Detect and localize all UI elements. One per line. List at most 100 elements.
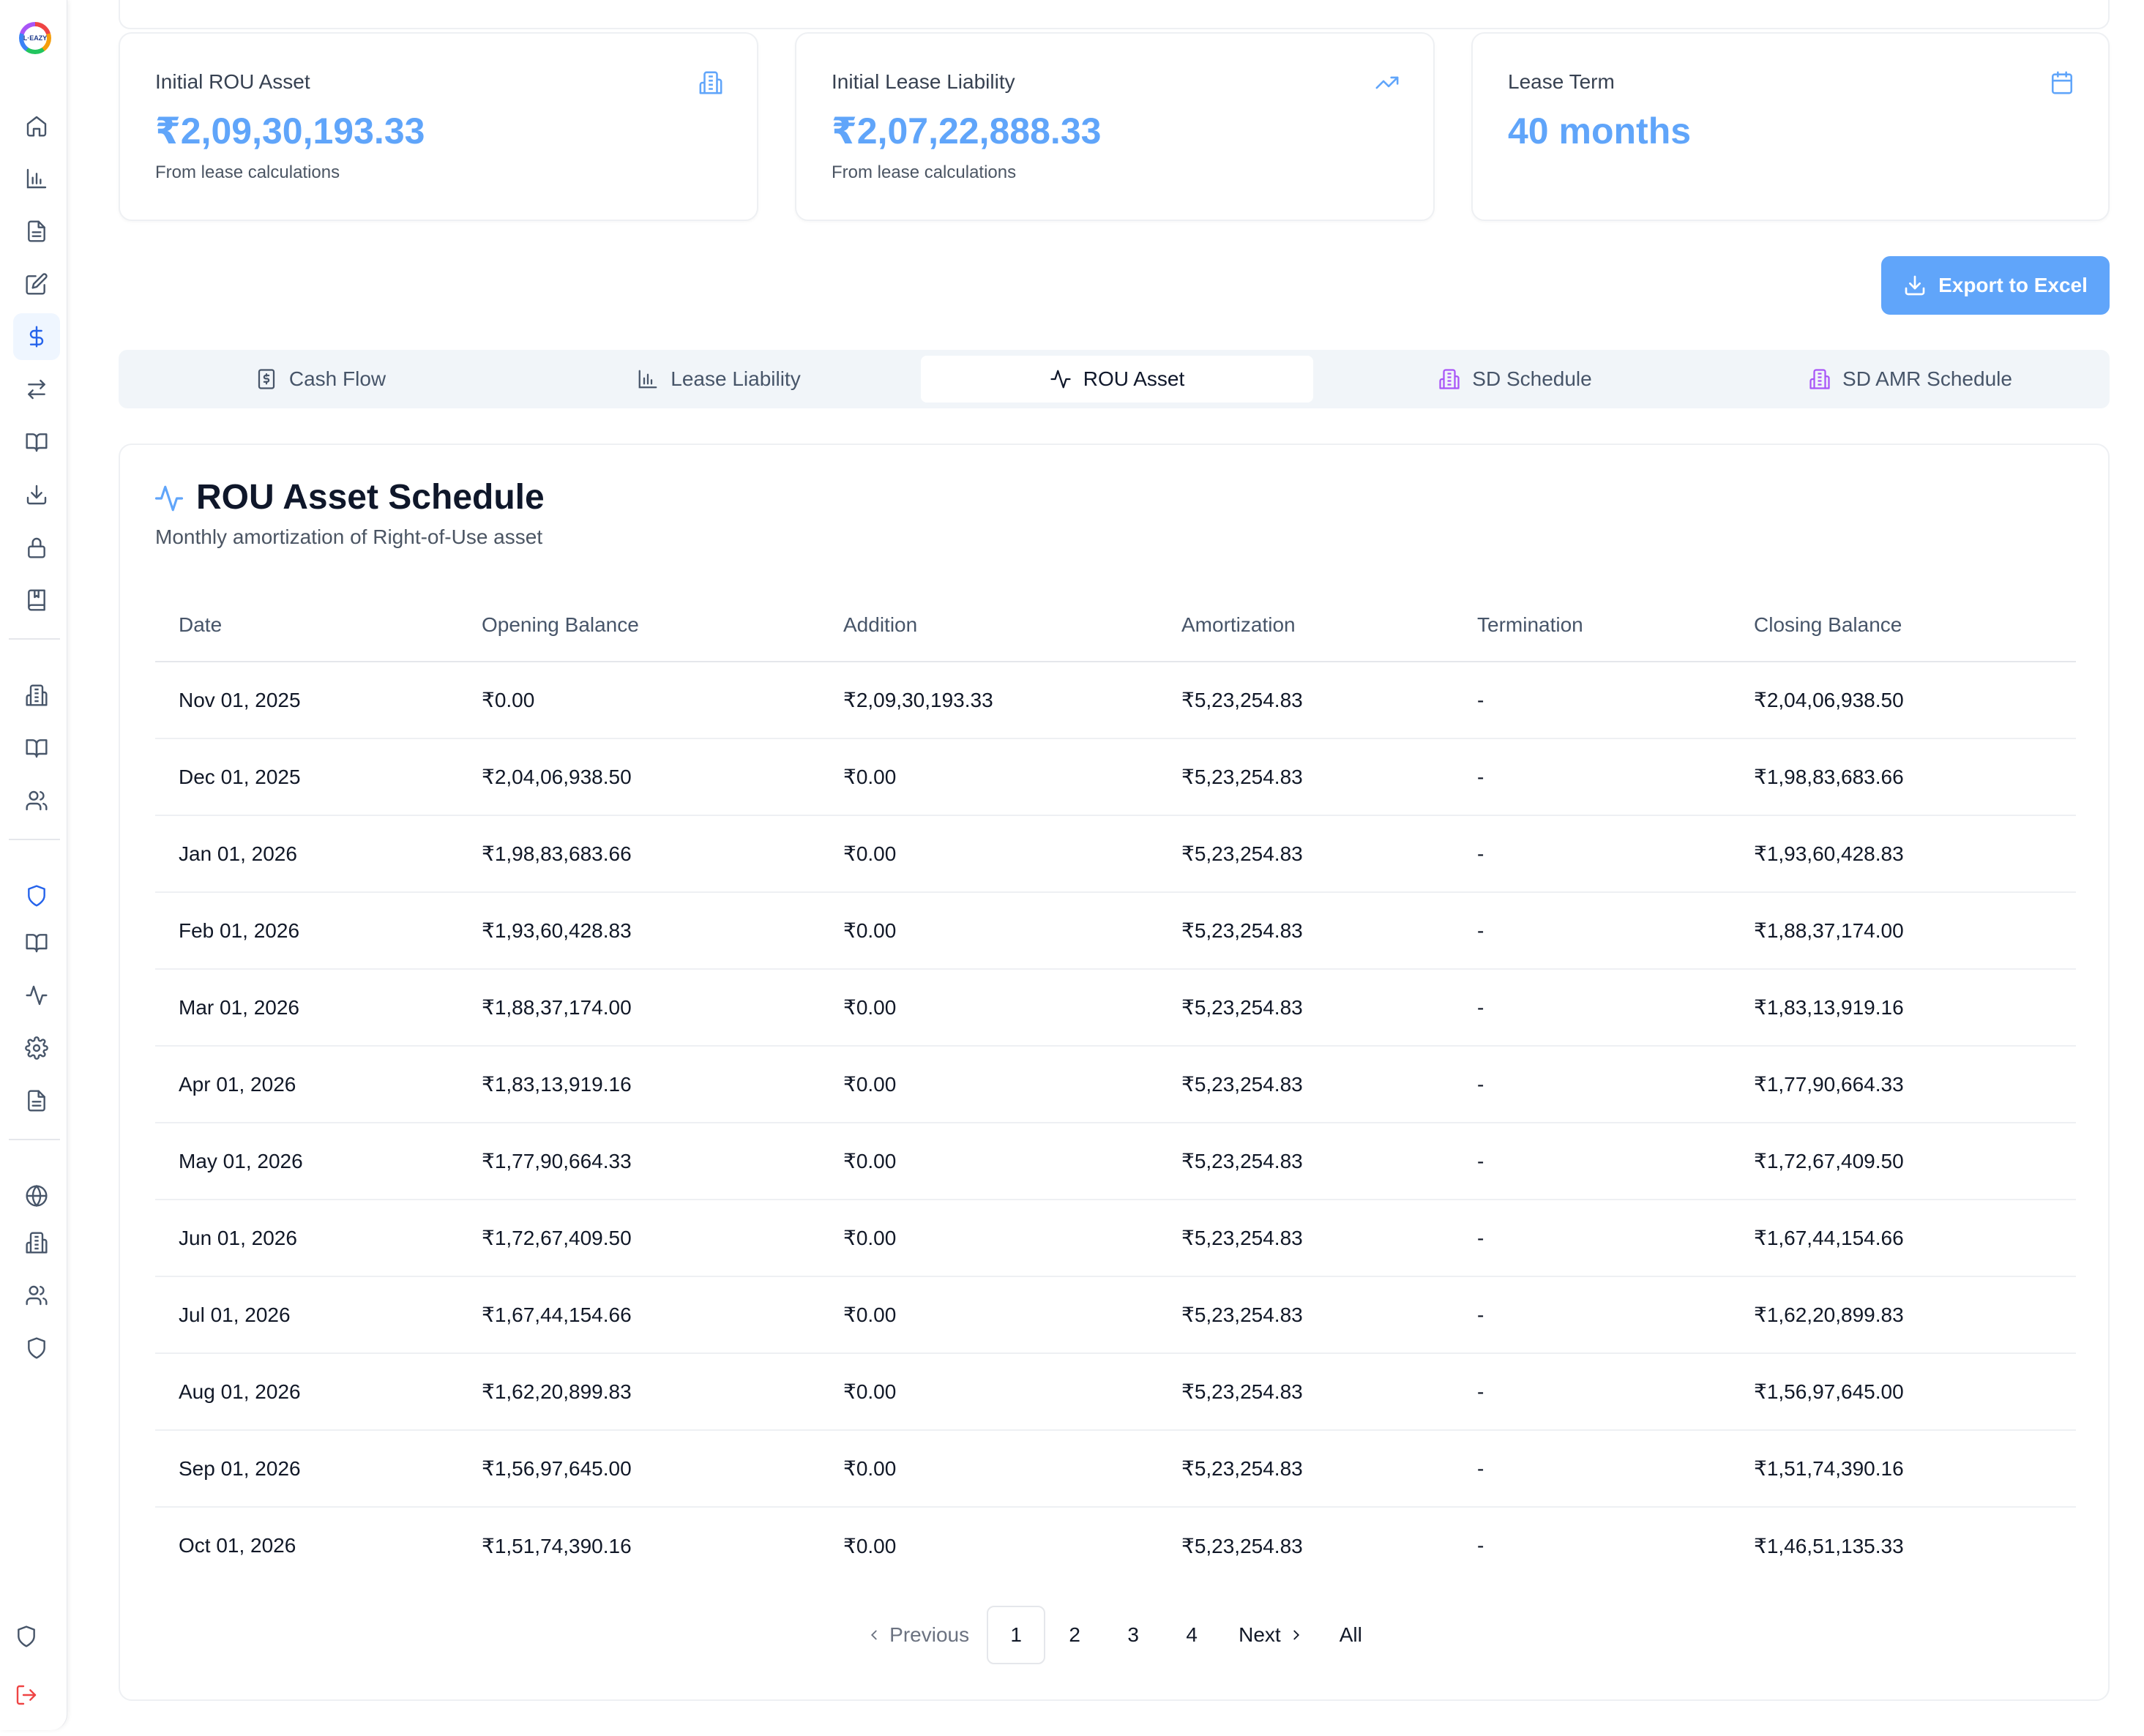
opening-balance-cell: ₹1,88,37,174.00: [458, 969, 820, 1047]
app-logo[interactable]: L·EAZY: [19, 22, 51, 54]
sidebar: L·EAZY: [0, 0, 67, 1730]
previous-page-button[interactable]: Previous: [848, 1606, 987, 1664]
download-icon[interactable]: [13, 471, 60, 518]
shield-icon[interactable]: [13, 1325, 60, 1372]
next-page-button[interactable]: Next: [1221, 1606, 1322, 1664]
amortization-cell: ₹5,23,254.83: [1181, 1534, 1303, 1557]
stat-value: 40 months: [1508, 111, 1692, 151]
tab-label: SD AMR Schedule: [1842, 367, 2012, 390]
opening-balance-cell: ₹1,83,13,919.16: [458, 1046, 820, 1123]
tab-label: Cash Flow: [288, 367, 386, 390]
amortization-cell: ₹5,23,254.83: [1158, 738, 1454, 816]
addition-cell: ₹0.00: [820, 1353, 1158, 1431]
date-cell: Oct 01, 2026: [179, 1534, 296, 1557]
closing-balance-cell: ₹1,98,83,683.66: [1730, 738, 2076, 816]
opening-balance-cell: ₹1,93,60,428.83: [458, 892, 820, 970]
table-row: Mar 01, 2026 ₹1,88,37,174.00 ₹0.00 ₹5,23,25…: [155, 969, 2076, 1047]
date-cell: Sep 01, 2026: [155, 1430, 458, 1508]
show-all-button[interactable]: All: [1322, 1606, 1380, 1664]
file-text-icon[interactable]: [13, 1077, 60, 1124]
shield-icon[interactable]: [3, 1613, 50, 1660]
bar-chart-icon[interactable]: [13, 155, 60, 202]
amortization-cell: ₹5,23,254.83: [1158, 892, 1454, 970]
column-header: Opening Balance: [458, 588, 820, 662]
schedule-table: Date Opening Balance Addition Amortizati…: [155, 588, 2076, 1584]
table-header-row: Date Opening Balance Addition Amortizati…: [155, 588, 2076, 662]
lock-icon[interactable]: [13, 524, 60, 571]
page-button-3[interactable]: 3: [1104, 1606, 1162, 1664]
termination-cell: -: [1477, 1534, 1484, 1557]
edit-icon[interactable]: [13, 261, 60, 307]
gear-icon[interactable]: [13, 1025, 60, 1071]
termination-cell: -: [1454, 1200, 1730, 1277]
closing-balance-cell: ₹1,77,90,664.33: [1730, 1046, 2076, 1123]
book-open-icon[interactable]: [13, 419, 60, 465]
addition-cell: ₹0.00: [820, 738, 1158, 816]
page-button-4[interactable]: 4: [1162, 1606, 1221, 1664]
schedule-tabs: Cash Flow Lease Liability ROU Asset SD S…: [119, 350, 2110, 408]
table-row: Jun 01, 2026 ₹1,72,67,409.50 ₹0.00 ₹5,23,25…: [155, 1200, 2076, 1277]
tab-label: ROU Asset: [1083, 367, 1185, 390]
tab-sd-amr-schedule[interactable]: SD AMR Schedule: [1717, 356, 2104, 403]
table-row: Apr 01, 2026 ₹1,83,13,919.16 ₹0.00 ₹5,23,25…: [155, 1046, 2076, 1123]
transfer-icon[interactable]: [13, 366, 60, 413]
termination-cell: -: [1454, 1276, 1730, 1354]
page-button-1[interactable]: 1: [987, 1606, 1046, 1664]
closing-balance-cell: ₹2,04,06,938.50: [1730, 662, 2076, 739]
dollar-icon[interactable]: [13, 313, 60, 360]
file-text-icon[interactable]: [13, 208, 60, 255]
activity-icon: [154, 485, 184, 512]
rou-asset-schedule-card: ROU Asset Schedule Monthly amortization …: [119, 444, 2110, 1701]
date-cell: Aug 01, 2026: [155, 1353, 458, 1431]
users-icon[interactable]: [13, 777, 60, 824]
shield-icon[interactable]: [13, 872, 60, 919]
building-icon[interactable]: [13, 1219, 60, 1266]
table-row: Jul 01, 2026 ₹1,67,44,154.66 ₹0.00 ₹5,23,25…: [155, 1276, 2076, 1354]
termination-cell: -: [1454, 1430, 1730, 1508]
tab-sd-schedule[interactable]: SD Schedule: [1319, 356, 1711, 403]
column-header: Addition: [820, 588, 1158, 662]
tab-label: SD Schedule: [1472, 367, 1592, 390]
table-row: Sep 01, 2026 ₹1,56,97,645.00 ₹0.00 ₹5,23,25…: [155, 1430, 2076, 1508]
book-open-icon[interactable]: [13, 919, 60, 966]
date-cell: Dec 01, 2025: [155, 738, 458, 816]
addition-cell: ₹0.00: [820, 1046, 1158, 1123]
export-to-excel-button[interactable]: Export to Excel: [1881, 256, 2110, 315]
closing-balance-cell: ₹1,72,67,409.50: [1730, 1123, 2076, 1200]
home-icon[interactable]: [13, 102, 60, 149]
tab-rou-asset[interactable]: ROU Asset: [921, 356, 1313, 403]
chevron-left-icon: [871, 1630, 877, 1640]
amortization-cell: ₹5,23,254.83: [1158, 662, 1454, 739]
termination-cell: -: [1454, 815, 1730, 893]
page-button-2[interactable]: 2: [1045, 1606, 1104, 1664]
sidebar-divider: [9, 839, 60, 840]
amortization-cell: ₹5,23,254.83: [1158, 969, 1454, 1047]
addition-cell: ₹2,09,30,193.33: [820, 662, 1158, 739]
activity-icon[interactable]: [13, 972, 60, 1019]
column-header: Date: [155, 588, 458, 662]
bookmark-book-icon[interactable]: [13, 577, 60, 624]
date-cell: Apr 01, 2026: [155, 1046, 458, 1123]
amortization-cell: ₹5,23,254.83: [1158, 1430, 1454, 1508]
tab-cash-flow[interactable]: Cash Flow: [124, 356, 517, 403]
stat-value: ₹2,07,22,888.33: [832, 111, 1102, 151]
table-row: Aug 01, 2026 ₹1,62,20,899.83 ₹0.00 ₹5,23,25…: [155, 1353, 2076, 1431]
logout-icon[interactable]: [3, 1672, 50, 1718]
addition-cell: ₹0.00: [820, 1200, 1158, 1277]
addition-cell: ₹0.00: [820, 1276, 1158, 1354]
users-icon[interactable]: [13, 1272, 60, 1319]
amortization-cell: ₹5,23,254.83: [1158, 815, 1454, 893]
table-row: Dec 01, 2025 ₹2,04,06,938.50 ₹0.00 ₹5,23,25…: [155, 738, 2076, 816]
amortization-cell: ₹5,23,254.83: [1158, 1276, 1454, 1354]
book-open-icon[interactable]: [13, 725, 60, 771]
addition-cell: ₹0.00: [820, 892, 1158, 970]
tab-lease-liability[interactable]: Lease Liability: [523, 356, 915, 403]
stat-title: Lease Term: [1508, 70, 1615, 93]
pagination: Previous 1 2 3 4 Next All: [120, 1606, 2108, 1664]
termination-cell: -: [1454, 738, 1730, 816]
initial-rou-asset-card: Initial ROU Asset ₹2,09,30,193.33 From l…: [119, 32, 758, 221]
globe-icon[interactable]: [13, 1172, 60, 1219]
addition-cell: ₹0.00: [843, 1534, 897, 1557]
download-icon: [1905, 275, 1925, 296]
building-icon[interactable]: [13, 672, 60, 719]
